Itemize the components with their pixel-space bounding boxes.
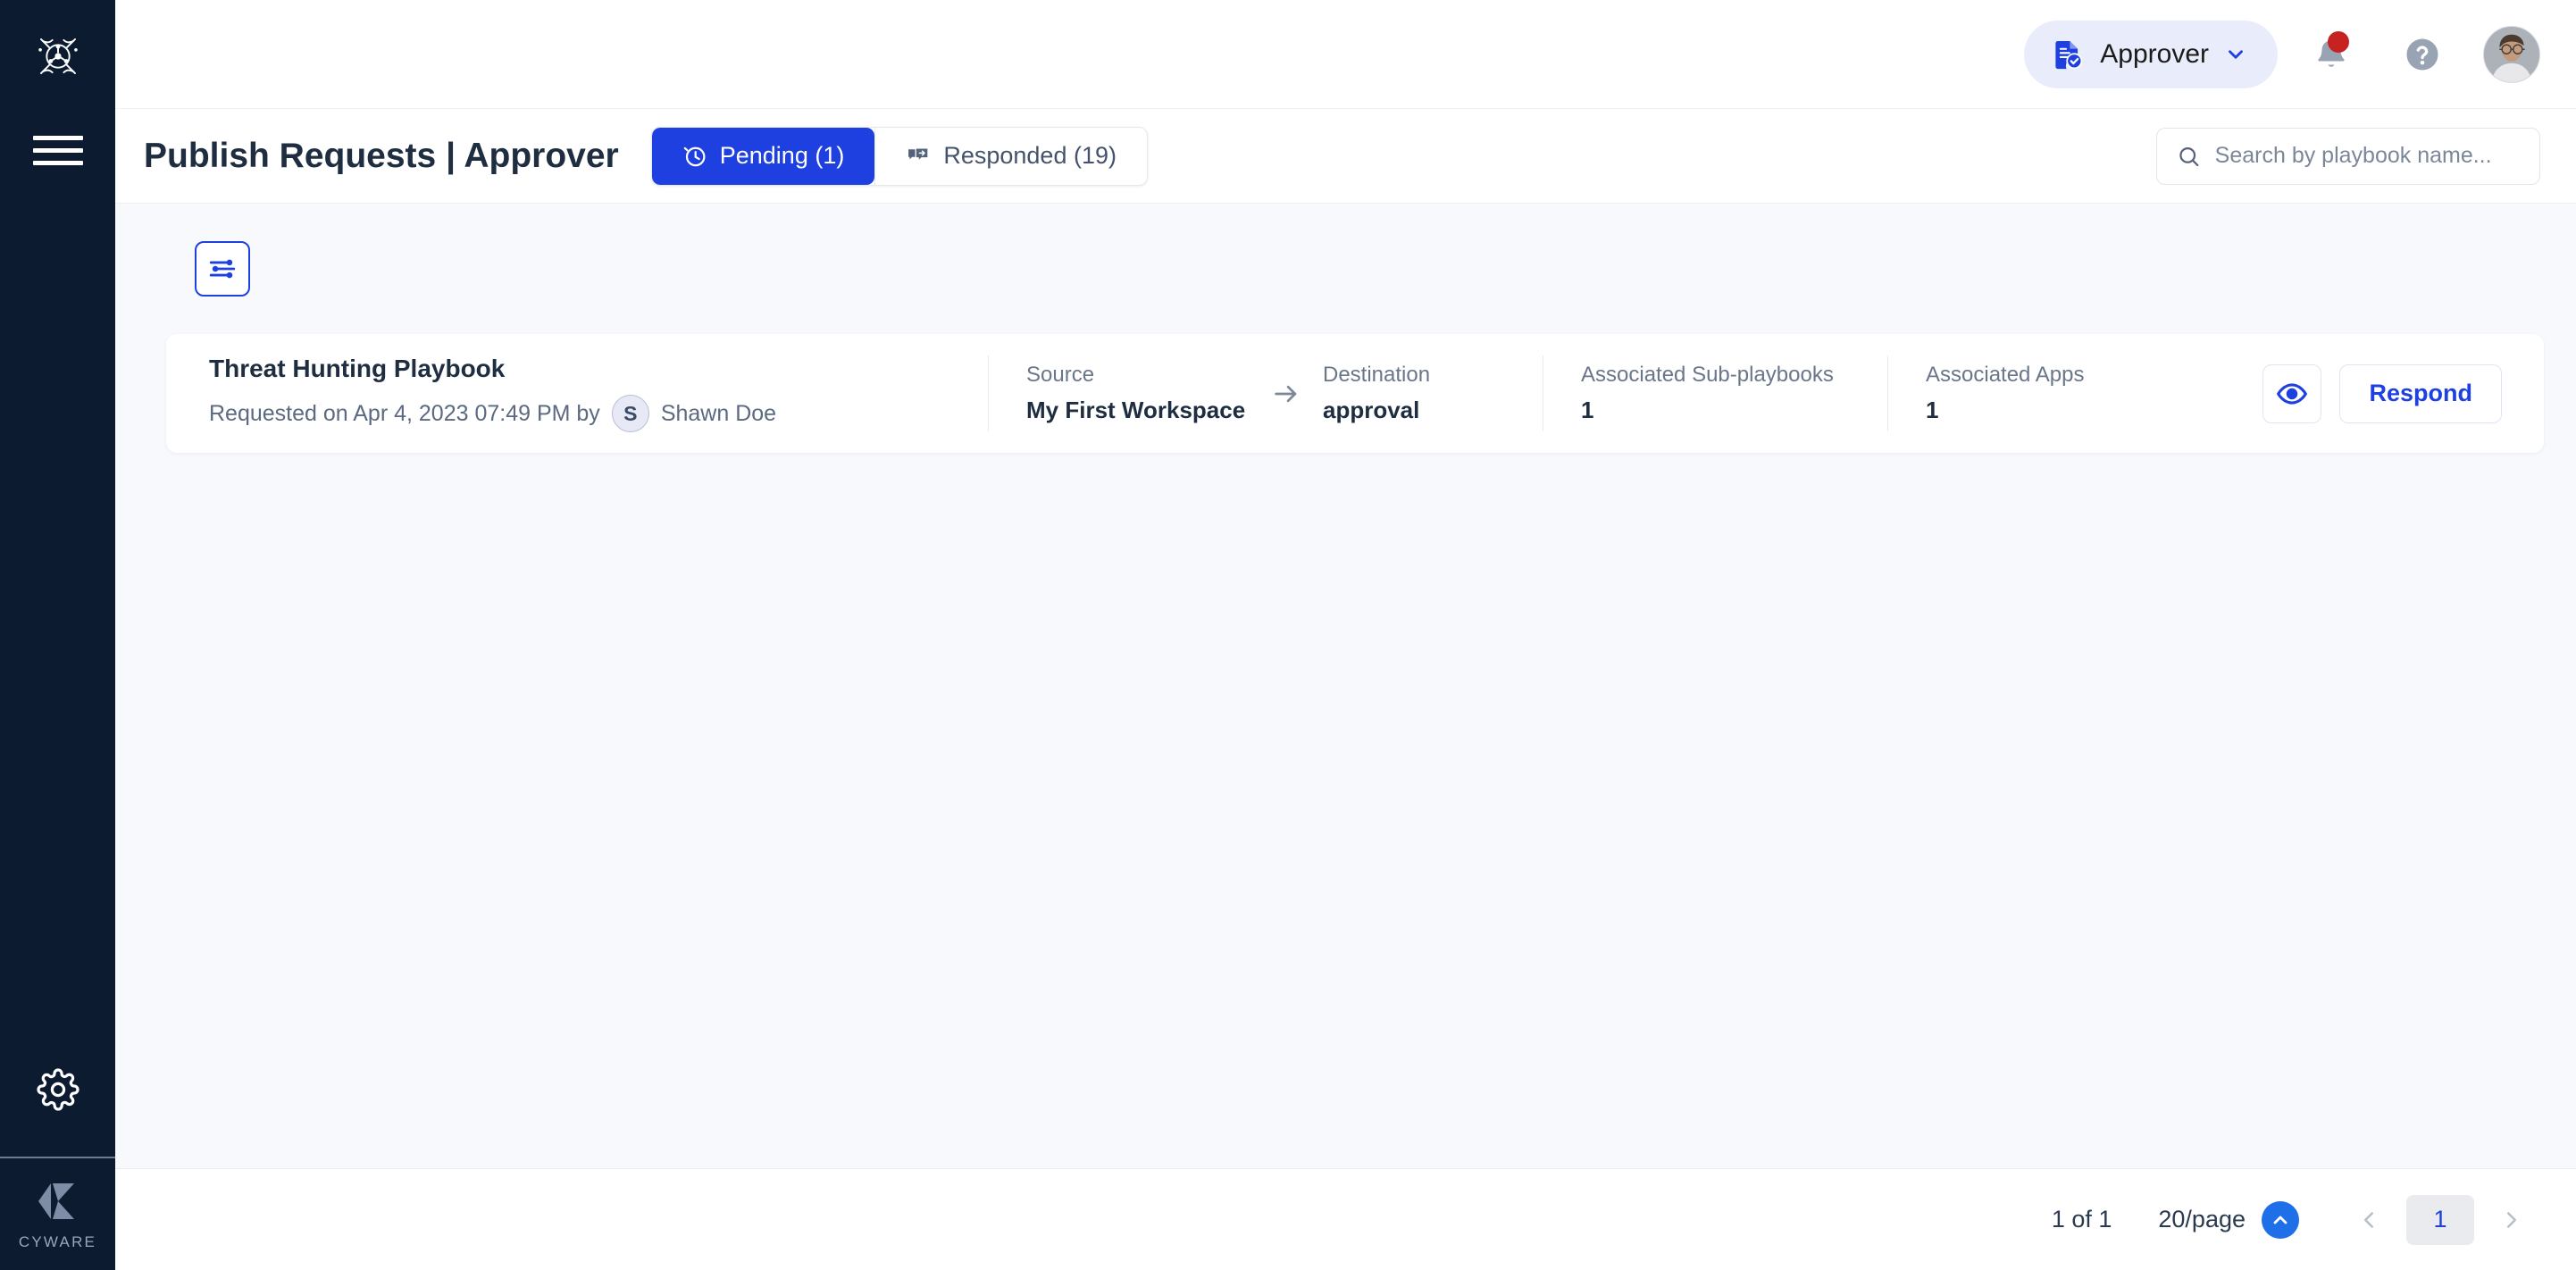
help-circle-icon (2404, 36, 2441, 73)
destination-column: Destination approval (1310, 363, 1430, 424)
subplaybooks-value: 1 (1581, 397, 1887, 424)
respond-button[interactable]: Respond (2339, 364, 2502, 423)
topbar: Approver (115, 0, 2576, 109)
tab-pending-label: Pending (1) (720, 142, 845, 170)
chat-reply-icon (906, 144, 931, 169)
search-input[interactable] (2215, 143, 2520, 169)
apps-label: Associated Apps (1926, 363, 2232, 388)
clock-icon (682, 144, 707, 169)
page-number-1[interactable]: 1 (2406, 1195, 2474, 1245)
notification-badge (2328, 31, 2349, 53)
prev-page-button[interactable] (2344, 1195, 2394, 1245)
view-request-button[interactable] (2262, 364, 2321, 423)
subplaybooks-column: Associated Sub-playbooks 1 (1543, 334, 1887, 453)
apps-column: Associated Apps 1 (1888, 334, 2232, 453)
brand-name: CYWARE (19, 1233, 96, 1251)
page-size-label[interactable]: 20/page (2158, 1206, 2246, 1233)
role-switcher[interactable]: Approver (2024, 21, 2278, 88)
search-box[interactable] (2156, 128, 2540, 185)
role-label: Approver (2100, 39, 2209, 70)
tab-bar: Pending (1) Responded (19) (651, 127, 1148, 186)
requested-on-text: Requested on Apr 4, 2023 07:49 PM by (209, 401, 600, 427)
requester-avatar: S (612, 395, 649, 432)
arrow-right-icon (1248, 379, 1310, 409)
main-area: Approver (115, 0, 2576, 1270)
chevron-up-icon (2270, 1209, 2291, 1231)
titlebar: Publish Requests | Approver Pending (1) (115, 109, 2576, 204)
requester-name: Shawn Doe (661, 401, 776, 427)
request-meta: Requested on Apr 4, 2023 07:49 PM by S S… (209, 395, 988, 432)
search-icon (2177, 143, 2201, 170)
request-summary: Threat Hunting Playbook Requested on Apr… (166, 334, 988, 453)
apps-value: 1 (1926, 397, 2232, 424)
tab-responded[interactable]: Responded (19) (875, 128, 1147, 185)
eye-icon (2276, 378, 2308, 410)
page-range: 1 of 1 (2052, 1206, 2112, 1233)
cyware-brand: CYWARE (0, 1158, 115, 1270)
notifications-button[interactable] (2294, 17, 2369, 92)
next-page-button[interactable] (2487, 1195, 2537, 1245)
hamburger-menu-icon[interactable] (33, 132, 83, 168)
orchestration-logo-icon[interactable] (27, 25, 89, 88)
app-root: CYWARE Approver (0, 0, 2576, 1270)
subplaybooks-label: Associated Sub-playbooks (1581, 363, 1887, 388)
source-value: My First Workspace (1026, 397, 1248, 424)
cyware-logo-icon (35, 1178, 81, 1224)
tab-pending[interactable]: Pending (1) (652, 128, 875, 185)
request-actions: Respond (2232, 334, 2544, 453)
playbook-name: Threat Hunting Playbook (209, 355, 988, 383)
page-title: Publish Requests | Approver (144, 137, 619, 176)
filter-button[interactable] (195, 241, 250, 297)
user-avatar (2484, 27, 2539, 82)
tab-responded-label: Responded (19) (943, 142, 1117, 170)
chevron-left-icon (2355, 1207, 2382, 1233)
gear-icon[interactable] (30, 1062, 86, 1117)
chevron-down-icon (2224, 43, 2247, 66)
avatar[interactable] (2483, 26, 2540, 83)
content-area: Threat Hunting Playbook Requested on Apr… (115, 204, 2576, 1168)
chevron-right-icon (2498, 1207, 2525, 1233)
document-check-icon (2051, 38, 2085, 71)
destination-label: Destination (1323, 363, 1430, 388)
source-label: Source (1026, 363, 1248, 388)
request-card[interactable]: Threat Hunting Playbook Requested on Apr… (166, 334, 2544, 453)
source-column: Source My First Workspace (989, 363, 1248, 424)
destination-value: approval (1323, 397, 1430, 424)
page-size-dropdown-toggle[interactable] (2262, 1201, 2299, 1239)
source-destination-group: Source My First Workspace Destination ap… (989, 334, 1543, 453)
sliders-filter-icon (207, 254, 238, 284)
sidebar: CYWARE (0, 0, 115, 1270)
pagination-bar: 1 of 1 20/page 1 (115, 1168, 2576, 1270)
help-button[interactable] (2385, 17, 2460, 92)
